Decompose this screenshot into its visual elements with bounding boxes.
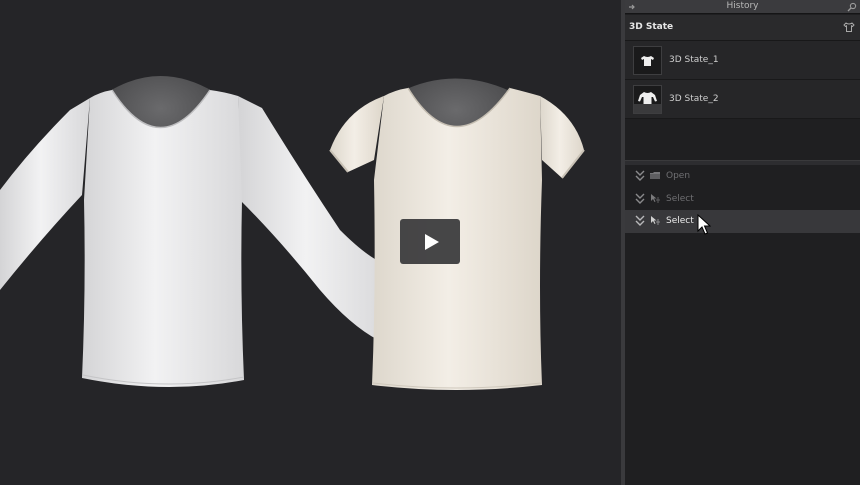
state-item[interactable]: 3D State_1	[625, 41, 860, 80]
history-label: Open	[666, 171, 691, 181]
section-header: 3D State	[625, 15, 860, 41]
select-arrow-icon	[651, 216, 660, 225]
history-label: Select	[666, 193, 694, 204]
mouse-cursor-icon	[697, 214, 711, 235]
history-item-select[interactable]: Select	[625, 188, 860, 211]
panel-title: History	[726, 1, 759, 11]
section-title: 3D State	[629, 22, 674, 32]
long-sleeve-shirt	[0, 89, 388, 388]
panel-titlebar: History	[625, 0, 860, 14]
double-chevron-down-icon[interactable]	[635, 215, 645, 227]
garment-scene	[0, 76, 585, 390]
3d-viewport[interactable]	[0, 0, 621, 485]
short-sleeve-shirt-thumbnail	[633, 46, 662, 75]
history-item-select-active[interactable]: Select	[625, 210, 860, 233]
history-label: Select	[666, 216, 694, 226]
state-label: 3D State_2	[669, 94, 719, 104]
play-button[interactable]	[400, 219, 460, 264]
history-item-open[interactable]: Open	[625, 165, 860, 188]
state-list: 3D State_1 3D State_2	[625, 41, 860, 119]
double-chevron-down-icon[interactable]	[635, 193, 645, 205]
double-chevron-down-icon[interactable]	[635, 170, 645, 182]
state-item[interactable]: 3D State_2	[625, 80, 860, 119]
play-icon	[425, 233, 439, 250]
shirt-icon[interactable]	[843, 21, 855, 33]
state-label: 3D State_1	[669, 55, 719, 65]
history-panel: History 3D State 3D State_1 3D State_2 O…	[625, 0, 860, 485]
long-sleeve-shirt-thumbnail	[633, 85, 662, 114]
search-icon[interactable]	[847, 2, 857, 12]
folder-open-icon	[650, 172, 660, 179]
history-list: Open Select Select	[625, 165, 860, 233]
select-arrow-icon	[651, 193, 660, 203]
